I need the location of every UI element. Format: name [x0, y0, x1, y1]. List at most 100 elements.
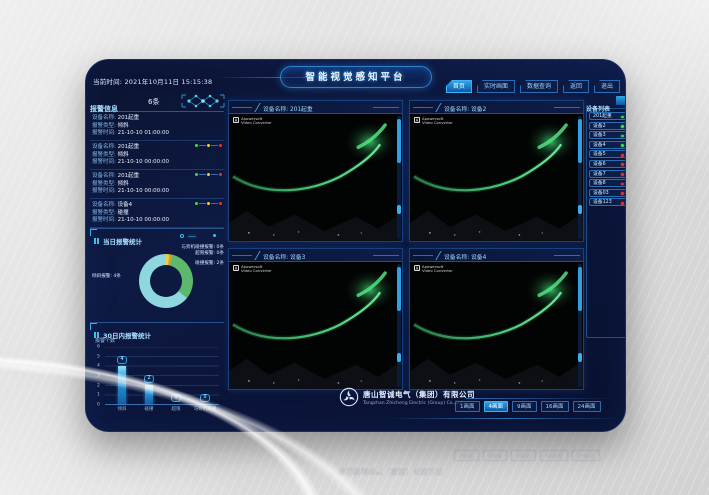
layout-4-button[interactable]: 4画面 [484, 401, 509, 412]
device-item[interactable]: 设备2 [589, 122, 626, 130]
video-panel-title: 设备名称: 201起重 [263, 104, 313, 113]
video-panel-1[interactable]: 设备名称: 201起重 A [228, 100, 403, 242]
watermark-logo-icon: A [414, 265, 420, 271]
device-list-tab[interactable] [616, 96, 626, 105]
device-status-dot [621, 144, 624, 147]
footer-decor-line [386, 418, 624, 419]
nav-home-button[interactable]: 首页 [446, 80, 472, 93]
alarm-list: 设备名称: 201起重 报警类型: 倾斜 报警时间: 21-10-10 01:0… [90, 112, 224, 228]
alarm-status-leds [195, 144, 222, 147]
alarm-item[interactable]: 设备名称: 设备4 报警类型: 碰撞 报警时间: 21-10-10 00:00:… [90, 199, 224, 228]
video-scrollbar[interactable] [578, 264, 582, 387]
alarm-device-value: 设备4 [118, 202, 133, 208]
layout-24-button[interactable]: 24画面 [573, 401, 601, 412]
video-feed[interactable]: A ApowersoftVideo Converter [410, 114, 583, 241]
alarm-device-label: 设备名称: [92, 144, 116, 150]
camera-scene [229, 114, 402, 241]
device-item[interactable]: 设备7 [589, 170, 626, 178]
nav-live-view-button[interactable]: 实时画面 [477, 80, 515, 93]
screen-reflection: 唐山智诚电气（集团）有限公司 1画面 4画面 9画面 16画面 24画面 [85, 434, 626, 489]
y-tick: 1 [97, 393, 100, 398]
video-panel-header: 设备名称: 设备4 [410, 249, 583, 262]
nav-exit-button[interactable]: 退出 [594, 80, 620, 93]
slash-decoration [254, 251, 260, 260]
bar-value-badge: 2 [144, 375, 153, 383]
donut-label-tilt: 倾斜报警: 4条 [92, 273, 121, 279]
reflection-company-name: 唐山智诚电气（集团）有限公司 [338, 466, 443, 477]
nav-data-query-button[interactable]: 数据查询 [520, 80, 558, 93]
footer-decor-line [466, 398, 616, 399]
device-item[interactable]: 201起重 [589, 112, 626, 120]
device-name: 设备123 [593, 200, 612, 205]
device-item[interactable]: 设备4 [589, 141, 626, 149]
alarm-type-label: 报警类型: [92, 210, 116, 216]
alarm-status-leds [195, 173, 222, 176]
nav-back-button[interactable]: 返回 [563, 80, 589, 93]
watermark-line2: Video Converter [422, 269, 453, 273]
layout-16-button[interactable]: 16画面 [541, 401, 569, 412]
alarm-time-label: 报警时间: [92, 217, 116, 223]
alarm-item[interactable]: 设备名称: 201起重 报警类型: 倾斜 报警时间: 21-10-10 00:0… [90, 141, 224, 170]
video-panel-3[interactable]: 设备名称: 设备3 A [228, 248, 403, 390]
network-decoration-icon [180, 91, 226, 111]
alarm-time-value: 21-10-10 00:00:00 [118, 188, 169, 194]
alarm-time-label: 报警时间: [92, 188, 116, 194]
alarm-time-value: 21-10-10 00:00:00 [118, 159, 169, 165]
device-item[interactable]: 设备123 [589, 198, 626, 206]
video-panel-title: 设备名称: 设备4 [444, 252, 486, 261]
device-name: 设备5 [593, 152, 606, 157]
layout-9-button[interactable]: 9画面 [512, 401, 537, 412]
layout-1-button[interactable]: 1画面 [455, 401, 480, 412]
video-feed[interactable]: A ApowersoftVideo Converter [410, 262, 583, 389]
video-scrollbar[interactable] [397, 264, 401, 387]
video-panel-4[interactable]: 设备名称: 设备4 A [409, 248, 584, 390]
left-sidebar: 报警信息 6条 设备名称: 201起重 报警类型: 倾斜 报警时间: 21-10… [90, 96, 224, 422]
alarm-status-leds [195, 202, 222, 205]
device-list-header: 设备列表 [586, 96, 626, 108]
slash-decoration [435, 251, 441, 260]
video-grid: 设备名称: 201起重 A [228, 100, 584, 390]
device-list: 201起重 设备2 设备3 设备4 设备5 设备6 设备7 设备8 设备03 设… [586, 108, 626, 338]
y-tick: 0 [97, 403, 100, 408]
photo-backdrop: 当前时间: 2021年10月11日 15:15:38 智能视觉感知平台 首页 实… [0, 0, 709, 495]
watermark-line2: Video Converter [241, 269, 272, 273]
video-scrollbar[interactable] [578, 116, 582, 239]
bar-category-label: 碰撞 [145, 406, 154, 412]
device-status-dot [621, 183, 624, 186]
slash-decoration [435, 103, 441, 112]
device-status-dot [621, 202, 624, 205]
device-name: 设备03 [593, 191, 609, 196]
watermark: A ApowersoftVideo Converter [233, 117, 272, 125]
donut-label-overlimit: 超限报警: 0条 [195, 250, 224, 256]
device-name: 设备8 [593, 181, 606, 186]
alarm-count-badge: 6条 [148, 97, 159, 107]
watermark: A ApowersoftVideo Converter [414, 117, 453, 125]
device-item[interactable]: 设备3 [589, 131, 626, 139]
video-feed[interactable]: A ApowersoftVideo Converter [229, 262, 402, 389]
alarm-item[interactable]: 设备名称: 201起重 报警类型: 倾斜 报警时间: 21-10-10 00:0… [90, 170, 224, 199]
bar-chart-plot: 4 倾斜 2 碰撞 0 超限 [105, 347, 219, 405]
company-name-cn: 唐山智诚电气（集团）有限公司 [363, 389, 475, 400]
donut-chart [139, 254, 193, 308]
top-nav: 首页 实时画面 数据查询 返回 退出 [446, 80, 620, 93]
device-item[interactable]: 设备8 [589, 179, 626, 187]
device-item[interactable]: 设备6 [589, 160, 626, 168]
device-item[interactable]: 设备03 [589, 189, 626, 197]
device-name: 设备3 [593, 133, 606, 138]
today-alarm-stats-panel: 当日报警统计 与旁机碰撞报警: 0条 超限报警: 0条 碰撞报警: 2条 倾斜报… [90, 228, 224, 322]
device-item[interactable]: 设备5 [589, 150, 626, 158]
bar-value-badge: 4 [117, 356, 126, 364]
video-panel-2[interactable]: 设备名称: 设备2 A [409, 100, 584, 242]
alarm-device-label: 设备名称: [92, 115, 116, 121]
bar-tilt [118, 366, 126, 404]
alarm-type-label: 报警类型: [92, 181, 116, 187]
alarm-device-label: 设备名称: [92, 202, 116, 208]
video-feed[interactable]: A ApowersoftVideo Converter [229, 114, 402, 241]
video-scrollbar[interactable] [397, 116, 401, 239]
device-status-dot [621, 173, 624, 176]
alarm-item[interactable]: 设备名称: 201起重 报警类型: 倾斜 报警时间: 21-10-10 01:0… [90, 112, 224, 141]
alarm-device-value: 201起重 [118, 144, 140, 150]
current-datetime: 当前时间: 2021年10月11日 15:15:38 [93, 76, 212, 86]
device-status-dot [621, 163, 624, 166]
bar-category-label: 倾斜 [118, 406, 127, 412]
